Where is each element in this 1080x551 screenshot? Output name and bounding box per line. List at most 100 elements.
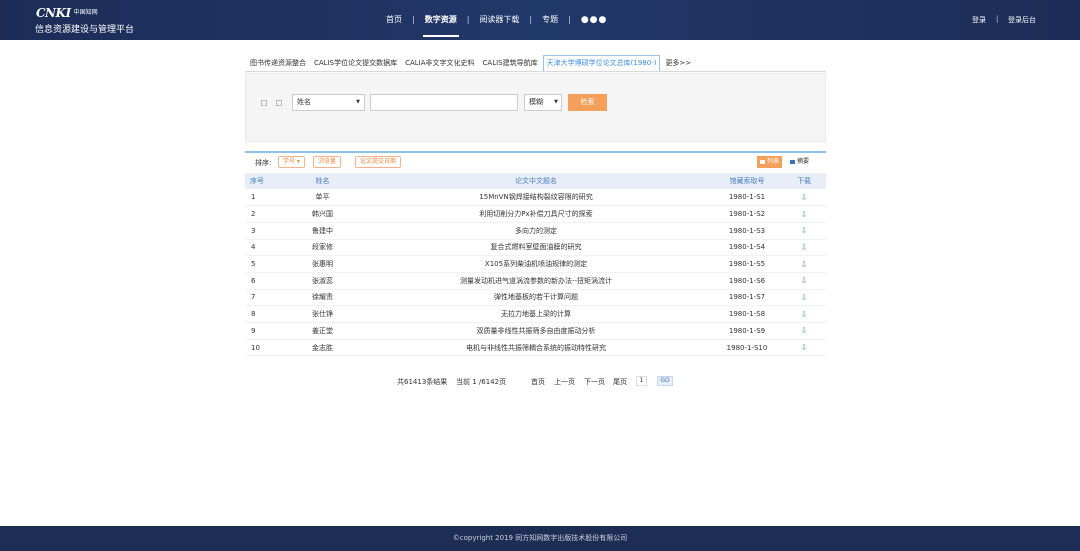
download-icon[interactable]: ⇩ <box>801 210 808 219</box>
chevron-down-icon: ▼ <box>554 99 558 105</box>
nav-digital-resources[interactable]: 数字资源 <box>422 14 459 37</box>
tab-book-delivery[interactable]: 图书传递资源整合 <box>247 56 309 71</box>
row-author[interactable]: 韩兴国 <box>285 205 360 223</box>
nav-separator: | <box>412 15 415 24</box>
sort-bar: 排序: 学号 ▾ 浏览量 论文提交日期 列表 摘要 <box>245 151 826 173</box>
row-seq: 2 <box>245 205 285 223</box>
row-title[interactable]: 弹性地基板的若干计算问题 <box>360 289 712 307</box>
download-icon[interactable]: ⇩ <box>801 310 808 319</box>
row-author[interactable]: 张淑蕊 <box>285 272 360 290</box>
row-title[interactable]: 电机与非线性共振筛耦合系统的振动特性研究 <box>360 339 712 357</box>
row-title[interactable]: 利用切削分力Px补偿刀具尺寸的探索 <box>360 205 712 223</box>
table-row: 2 韩兴国 利用切削分力Px补偿刀具尺寸的探索 1980-1-S2 ⇩ <box>245 205 826 223</box>
next-page-link[interactable]: 下一页 <box>584 377 605 387</box>
results-table: 序号 姓名 论文中文题名 馆藏索取号 下载 1 单平 15MnVN钢焊接结构裂纹… <box>245 173 826 357</box>
sort-by-student-id-button[interactable]: 学号 ▾ <box>278 156 305 168</box>
download-icon[interactable]: ⇩ <box>801 193 808 202</box>
first-page-link[interactable]: 首页 <box>531 377 545 387</box>
row-download: ⇩ <box>782 222 826 240</box>
footer: ©copyright 2019 同方知网数字出版技术股份有限公司 <box>0 526 1080 551</box>
row-download: ⇩ <box>782 322 826 340</box>
row-callno: 1980-1-S2 <box>712 205 782 223</box>
logo[interactable]: CNKI 中国知网 <box>36 6 98 20</box>
row-seq: 4 <box>245 239 285 257</box>
download-icon[interactable]: ⇩ <box>801 326 808 335</box>
go-button[interactable]: GO <box>657 376 673 386</box>
row-seq: 8 <box>245 305 285 323</box>
row-download: ⇩ <box>782 305 826 323</box>
top-header: CNKI 中国知网 信息资源建设与管理平台 首页 | 数字资源 | 阅读器下载 … <box>0 0 1080 40</box>
row-seq: 3 <box>245 222 285 240</box>
match-mode-value: 模糊 <box>529 98 543 106</box>
page-number-input[interactable]: 1 <box>636 376 647 386</box>
nav-reader-download[interactable]: 阅读器下载 <box>479 14 519 25</box>
nav-separator: | <box>568 15 571 24</box>
logo-sub: 中国知网 <box>73 9 98 16</box>
row-callno: 1980-1-S6 <box>712 272 782 290</box>
sort-by-date-button[interactable]: 论文提交日期 <box>355 156 402 168</box>
row-author[interactable]: 徐耀责 <box>285 289 360 307</box>
column-header-name: 姓名 <box>285 173 360 189</box>
table-row: 10 金志胜 电机与非线性共振筛耦合系统的振动特性研究 1980-1-S10 ⇩ <box>245 339 826 357</box>
row-title[interactable]: X105系列柴油机喷油规律的测定 <box>360 255 712 273</box>
tab-calia-nontext[interactable]: CALIA非文字文化史料 <box>402 56 477 71</box>
nav-topics[interactable]: 专题 <box>542 14 558 25</box>
download-icon[interactable]: ⇩ <box>801 276 808 285</box>
match-mode-select[interactable]: 模糊 ▼ <box>524 94 562 111</box>
search-field-select[interactable]: 姓名 ▼ <box>292 94 365 111</box>
row-title[interactable]: 无拉力地基上梁的计算 <box>360 305 712 323</box>
tab-calis-thesis[interactable]: CALIS学位论文提交数据库 <box>311 56 400 71</box>
nav-home[interactable]: 首页 <box>386 14 402 25</box>
pagination: 共61413条结果 当前 1 /6142页 首页 上一页 下一页 尾页 1 GO <box>0 376 1080 387</box>
search-button[interactable]: 检索 <box>568 94 607 111</box>
download-icon[interactable]: ⇩ <box>801 343 808 352</box>
sort-by-views-button[interactable]: 浏览量 <box>313 156 342 168</box>
tab-divider <box>245 71 826 72</box>
download-icon[interactable]: ⇩ <box>801 243 808 252</box>
admin-login-link[interactable]: 登录后台 <box>1008 15 1036 25</box>
row-callno: 1980-1-S7 <box>712 289 782 307</box>
list-view-button[interactable]: 列表 <box>757 156 783 168</box>
table-row: 4 段家修 复合式燃料室壁面油膜的研究 1980-1-S4 ⇩ <box>245 239 826 257</box>
row-author[interactable]: 张惠明 <box>285 255 360 273</box>
abstract-view-button[interactable]: 摘要 <box>788 156 811 168</box>
table-header-row: 序号 姓名 论文中文题名 馆藏索取号 下载 <box>245 173 826 189</box>
row-author[interactable]: 姜正堂 <box>285 322 360 340</box>
download-icon[interactable]: ⇩ <box>801 226 808 235</box>
add-condition-icon[interactable] <box>261 100 267 106</box>
row-title[interactable]: 复合式燃料室壁面油膜的研究 <box>360 239 712 257</box>
tab-calis-architecture[interactable]: CALIS建筑导航库 <box>480 56 541 71</box>
last-page-link[interactable]: 尾页 <box>613 377 627 387</box>
tab-more[interactable]: 更多>> <box>662 56 694 71</box>
row-title[interactable]: 双质量非线性共振筛多自由度振动分析 <box>360 322 712 340</box>
row-download: ⇩ <box>782 189 826 207</box>
row-author[interactable]: 段家修 <box>285 239 360 257</box>
row-title[interactable]: 测量发动机进气道涡流参数的新办法--扭矩涡流计 <box>360 272 712 290</box>
row-callno: 1980-1-S4 <box>712 239 782 257</box>
row-title[interactable]: 多向力的测定 <box>360 222 712 240</box>
tab-tianjin-thesis[interactable]: 天津大学博硕学位论文总库(1980-) <box>542 55 661 71</box>
row-author[interactable]: 鲁建中 <box>285 222 360 240</box>
row-download: ⇩ <box>782 205 826 223</box>
sort-label: 排序: <box>255 159 272 167</box>
row-download: ⇩ <box>782 272 826 290</box>
row-author[interactable]: 单平 <box>285 189 360 207</box>
row-seq: 1 <box>245 189 285 207</box>
download-icon[interactable]: ⇩ <box>801 260 808 269</box>
row-download: ⇩ <box>782 339 826 357</box>
remove-condition-icon[interactable] <box>276 100 282 106</box>
row-author[interactable]: 金志胜 <box>285 339 360 357</box>
column-header-callno: 馆藏索取号 <box>712 173 782 189</box>
list-icon <box>760 159 765 164</box>
row-title[interactable]: 15MnVN钢焊接结构裂纹容限的研究 <box>360 189 712 207</box>
row-author[interactable]: 张仕铮 <box>285 305 360 323</box>
login-link[interactable]: 登录 <box>972 15 986 25</box>
table-row: 1 单平 15MnVN钢焊接结构裂纹容限的研究 1980-1-S1 ⇩ <box>245 189 826 207</box>
prev-page-link[interactable]: 上一页 <box>554 377 575 387</box>
row-callno: 1980-1-S9 <box>712 322 782 340</box>
search-panel: 姓名 ▼ 模糊 ▼ 检索 <box>245 73 826 142</box>
download-icon[interactable]: ⇩ <box>801 293 808 302</box>
abstract-view-label: 摘要 <box>797 158 810 165</box>
search-input[interactable] <box>370 94 518 111</box>
nav-more-icon[interactable]: ●●● <box>581 15 608 25</box>
